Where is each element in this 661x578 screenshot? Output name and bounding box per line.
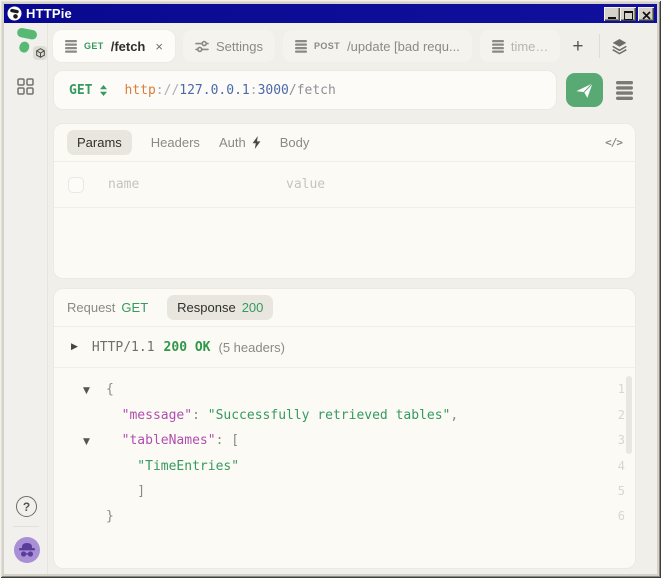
new-tab-button[interactable]: + bbox=[568, 37, 587, 56]
url-bar[interactable]: GET http://127.0.0.1:3000/fetch bbox=[53, 70, 557, 110]
strip-divider bbox=[599, 34, 600, 58]
database-icon bbox=[65, 40, 77, 53]
code-text: "message": "Successfully retrieved table… bbox=[106, 404, 605, 428]
window-titlebar[interactable]: HTTPie bbox=[4, 4, 657, 23]
headers-count-label: (5 headers) bbox=[219, 340, 285, 355]
tab-params[interactable]: Params bbox=[67, 130, 132, 155]
request-tab-time[interactable]: time… bbox=[480, 30, 561, 62]
code-text: } bbox=[106, 505, 605, 529]
minimize-button[interactable] bbox=[604, 7, 620, 21]
divider bbox=[54, 207, 635, 208]
tab-headers[interactable]: Headers bbox=[151, 130, 200, 155]
tab-label: Settings bbox=[216, 39, 263, 54]
code-view-icon[interactable]: </> bbox=[605, 136, 622, 149]
tab-label: /update [bad requ... bbox=[347, 39, 460, 54]
tab-request[interactable]: Request GET bbox=[67, 295, 148, 320]
scrollbar-thumb[interactable] bbox=[626, 376, 632, 454]
lightning-icon bbox=[252, 136, 261, 149]
param-name-input[interactable]: name bbox=[108, 177, 286, 192]
sidebar: ? bbox=[4, 23, 48, 574]
fold-triangle-icon[interactable]: ▼ bbox=[54, 379, 106, 403]
code-line: ▼"tableNames": [3 bbox=[54, 428, 635, 454]
code-text: ] bbox=[106, 480, 605, 504]
code-line: }6 bbox=[54, 504, 635, 529]
request-tab-update[interactable]: POST /update [bad requ... bbox=[283, 30, 472, 62]
tab-label: time… bbox=[511, 39, 549, 54]
param-row: name value bbox=[54, 162, 635, 207]
tab-response[interactable]: Response 200 bbox=[167, 295, 273, 320]
line-number: 5 bbox=[605, 479, 635, 503]
close-button[interactable] bbox=[638, 7, 654, 21]
response-status-badge: 200 bbox=[242, 300, 264, 315]
code-text: { bbox=[106, 378, 605, 402]
settings-sliders-icon bbox=[195, 40, 209, 53]
line-number: 4 bbox=[605, 454, 635, 478]
method-selector[interactable]: GET bbox=[69, 83, 92, 98]
request-method-label: GET bbox=[121, 300, 148, 315]
tab-body[interactable]: Body bbox=[280, 130, 310, 155]
url-input[interactable]: http://127.0.0.1:3000/fetch bbox=[124, 83, 335, 98]
database-icon bbox=[492, 40, 504, 53]
request-tab-fetch[interactable]: GET /fetch × bbox=[53, 30, 175, 62]
user-avatar[interactable] bbox=[14, 537, 40, 563]
send-button[interactable] bbox=[566, 73, 603, 107]
database-icon[interactable] bbox=[612, 81, 636, 100]
tab-settings[interactable]: Settings bbox=[183, 30, 275, 62]
help-icon[interactable]: ? bbox=[16, 496, 37, 517]
tab-method-label: POST bbox=[314, 41, 340, 51]
database-icon bbox=[295, 40, 307, 53]
grid-icon[interactable] bbox=[17, 78, 34, 100]
code-line: "TimeEntries"4 bbox=[54, 454, 635, 479]
close-tab-icon[interactable]: × bbox=[155, 40, 163, 53]
request-panel: Params Headers Auth Body </> name val bbox=[53, 123, 636, 279]
maximize-button[interactable] bbox=[620, 7, 636, 21]
param-value-input[interactable]: value bbox=[286, 177, 325, 192]
code-line: ]5 bbox=[54, 479, 635, 504]
httpie-logo bbox=[14, 26, 44, 60]
response-panel: Request GET Response 200 ▶ HTTP/1.1 200 … bbox=[53, 288, 636, 569]
fold-triangle-icon[interactable]: ▼ bbox=[54, 430, 106, 454]
app-window: HTTPie bbox=[0, 0, 661, 578]
tab-auth[interactable]: Auth bbox=[219, 130, 261, 155]
code-line: "message": "Successfully retrieved table… bbox=[54, 403, 635, 428]
collapse-triangle-icon[interactable]: ▶ bbox=[71, 342, 78, 352]
method-dropdown-arrows[interactable] bbox=[99, 84, 108, 97]
layers-icon[interactable] bbox=[611, 38, 628, 55]
line-number: 6 bbox=[605, 504, 635, 528]
url-row: GET http://127.0.0.1:3000/fetch bbox=[53, 70, 636, 110]
tab-strip: GET /fetch × Settings POST bbox=[53, 30, 636, 62]
response-body: ▼{1"message": "Successfully retrieved ta… bbox=[54, 368, 635, 568]
tab-method-label: GET bbox=[84, 41, 104, 51]
window-title: HTTPie bbox=[26, 7, 600, 20]
paper-plane-icon bbox=[575, 81, 594, 100]
param-enabled-checkbox[interactable] bbox=[68, 177, 84, 193]
code-line: ▼{1 bbox=[54, 377, 635, 403]
httpie-window-icon bbox=[7, 6, 22, 21]
protocol-label: HTTP/1.1 bbox=[92, 340, 155, 355]
status-ok-label: 200 OK bbox=[164, 340, 211, 355]
sidebar-divider bbox=[13, 526, 39, 527]
status-line: ▶ HTTP/1.1 200 OK (5 headers) bbox=[54, 327, 635, 367]
code-text: "tableNames": [ bbox=[106, 429, 605, 453]
code-text: "TimeEntries" bbox=[106, 455, 605, 479]
tab-label: /fetch bbox=[111, 39, 146, 54]
environment-cube-icon[interactable] bbox=[33, 46, 47, 60]
